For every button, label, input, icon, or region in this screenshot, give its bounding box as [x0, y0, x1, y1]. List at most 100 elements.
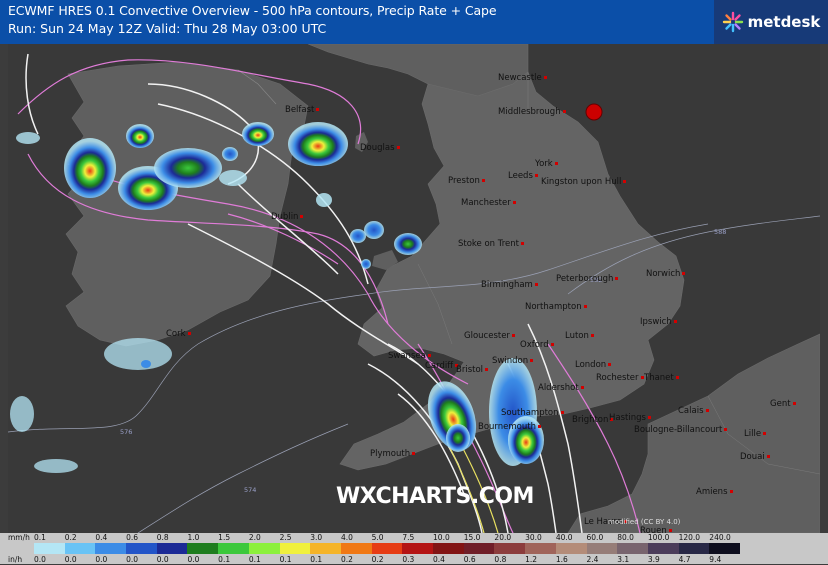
city-dot [512, 201, 516, 204]
city-name: Thanet [644, 373, 674, 383]
legend-mm-value: 3.0 [310, 533, 323, 542]
city-dot [647, 416, 651, 419]
city-name: Stoke on Trent [458, 239, 519, 249]
legend-mm-value: 240.0 [709, 533, 731, 542]
city-label: Bournemouth [478, 422, 541, 432]
city-name: Douai [740, 452, 765, 462]
city-label: Douglas [360, 143, 400, 153]
city-label: Aldershot [538, 383, 584, 393]
city-name: Rouen [640, 526, 667, 533]
city-label: Thanet [644, 373, 679, 383]
legend-in-value: 0.1 [279, 555, 292, 564]
logo-text: metdesk [747, 13, 821, 31]
city-label: Cardiff [425, 361, 459, 371]
city-dot [608, 363, 612, 366]
city-name: Cardiff [425, 361, 454, 371]
city-dot [763, 432, 767, 435]
city-name: Rochester [596, 373, 639, 383]
legend-mm-value: 2.0 [248, 533, 261, 542]
city-dot [537, 425, 541, 428]
city-dot [543, 76, 547, 79]
legend-mm-value: 0.6 [126, 533, 139, 542]
legend-swatch [95, 543, 127, 554]
legend-mm-row: mm/h 0.1 0.2 0.4 0.6 0.8 1.0 1.5 2.0 2.5 3.0 4.0 5.… [0, 533, 828, 543]
legend-swatch [709, 543, 741, 554]
credit-note: modified (CC BY 4.0) [608, 518, 681, 526]
legend-in-value: 0.1 [248, 555, 261, 564]
city-dot [427, 354, 431, 357]
city-dot [316, 108, 320, 111]
city-dot [520, 242, 524, 245]
city-label: Leeds [508, 171, 538, 181]
legend-in-value: 0.1 [218, 555, 231, 564]
legend-swatch [340, 543, 373, 554]
legend-mm-value: 0.2 [64, 533, 77, 542]
city-label: Gent [770, 399, 796, 409]
legend-mm-value: 0.8 [156, 533, 169, 542]
city-dot [673, 320, 677, 323]
city-label: Newcastle [498, 73, 547, 83]
legend-swatch [647, 543, 680, 554]
legend-swatch [555, 543, 587, 554]
city-dot [583, 305, 587, 308]
city-label: Bristol [456, 365, 489, 375]
legend-in-value: 3.1 [617, 555, 630, 564]
city-label: Manchester [461, 198, 516, 208]
city-dot [766, 455, 770, 458]
legend-swatch [248, 543, 281, 554]
watermark: WXCHARTS.COM [336, 484, 534, 509]
city-name: Bristol [456, 365, 484, 375]
legend-in-value: 0.0 [187, 555, 200, 564]
city-label: Brighton [572, 415, 614, 425]
city-label: Gloucester [464, 331, 515, 341]
city-name: Douglas [360, 143, 395, 153]
legend-in-value: 0.0 [156, 555, 169, 564]
legend-swatch [218, 543, 250, 554]
legend-mm-value: 60.0 [586, 533, 604, 542]
city-name: Lille [744, 429, 762, 439]
city-name: Peterborough [556, 274, 614, 284]
city-label: Plymouth [370, 449, 416, 459]
legend-in-value: 4.7 [678, 555, 691, 564]
legend-in-value: 1.6 [555, 555, 568, 564]
city-label: Cork [166, 329, 191, 339]
city-dot [615, 277, 619, 280]
legend-in-value: 0.0 [64, 555, 77, 564]
city-name: Cork [166, 329, 186, 339]
city-name: Plymouth [370, 449, 411, 459]
legend-swatch [279, 543, 311, 554]
city-name: London [575, 360, 607, 370]
city-label: Dublin [271, 212, 304, 222]
legend-mm-value: 5.0 [371, 533, 384, 542]
metdesk-logo[interactable]: metdesk [714, 0, 828, 44]
legend-in-value: 0.2 [371, 555, 384, 564]
legend-mm-value: 0.4 [95, 533, 108, 542]
city-label: Norwich [646, 269, 686, 279]
chart-title: ECWMF HRES 0.1 Convective Overview - 500… [8, 3, 497, 18]
legend-mm-value: 1.0 [187, 533, 200, 542]
legend-swatch [402, 543, 434, 554]
legend-swatch [525, 543, 557, 554]
city-dot [668, 529, 672, 532]
city-name: Norwich [646, 269, 681, 279]
city-label: Oxford [520, 340, 554, 350]
legend-in-value: 0.6 [463, 555, 476, 564]
legend-mm-value: 15.0 [463, 533, 481, 542]
city-name: Preston [448, 176, 480, 186]
city-label: Southampton [501, 408, 564, 418]
weather-map[interactable]: 588 576 574 582 Newcastle Middlesbrough Be… [8, 44, 820, 533]
legend-in-value: 0.0 [95, 555, 108, 564]
legend-mm-value: 0.1 [34, 533, 46, 542]
city-label: Swansea [388, 351, 431, 361]
city-label: Birmingham [481, 280, 538, 290]
legend-swatch [586, 543, 618, 554]
low-pressure-marker [585, 103, 603, 121]
legend-swatch [463, 543, 495, 554]
legend-mm-value: 1.5 [218, 533, 231, 542]
city-dot [481, 179, 485, 182]
city-name: Oxford [520, 340, 549, 350]
city-dot [534, 283, 538, 286]
city-label: Northampton [525, 302, 587, 312]
city-name: Bournemouth [478, 422, 536, 432]
city-name: Gent [770, 399, 791, 409]
